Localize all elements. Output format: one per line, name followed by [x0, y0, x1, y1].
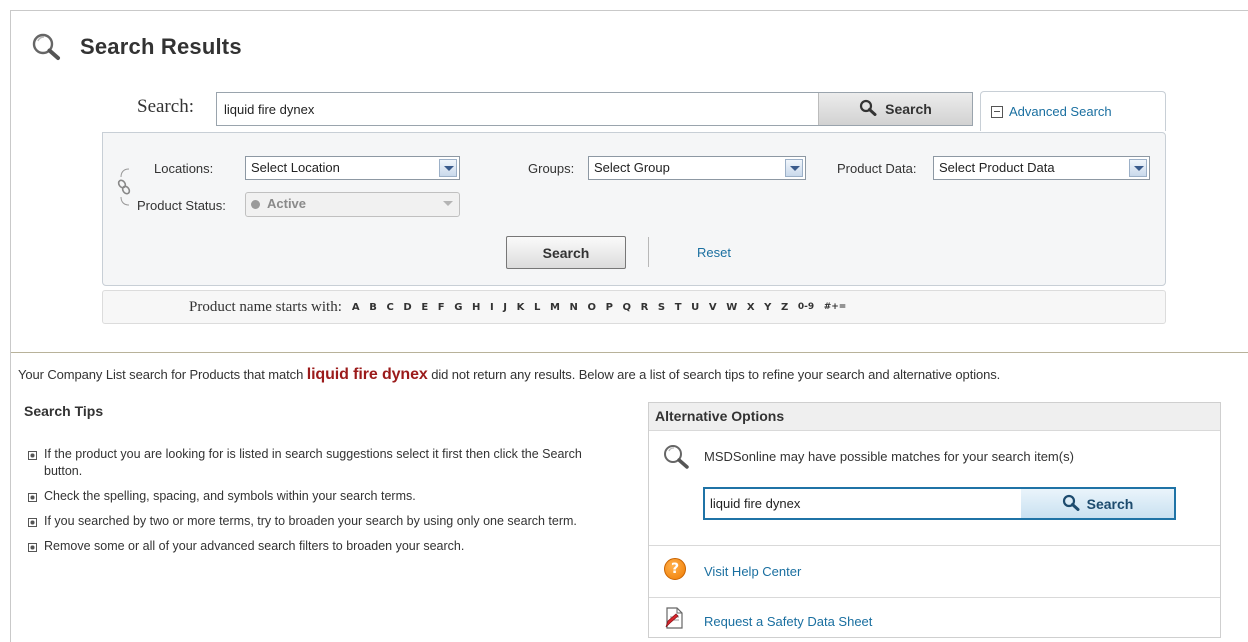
magnifier-icon [1062, 494, 1080, 514]
search-input[interactable] [217, 93, 818, 125]
alphabet-letter-w[interactable]: W [726, 302, 737, 313]
alphabet-letter-d[interactable]: D [403, 302, 411, 313]
reset-link[interactable]: Reset [697, 245, 731, 260]
list-item: If the product you are looking for is li… [28, 446, 598, 480]
alphabet-filter-label: Product name starts with: [189, 298, 342, 315]
alphabet-letter-h[interactable]: H [472, 302, 480, 313]
no-results-message: Your Company List search for Products th… [18, 366, 1000, 384]
alphabet-letter-y[interactable]: Y [764, 302, 771, 313]
alternative-options-title: Alternative Options [649, 403, 1220, 431]
alphabet-letter-0-9[interactable]: 0-9 [798, 302, 814, 313]
alternative-options-box: Alternative Options MSDSonline may have … [648, 402, 1221, 638]
document-pen-icon [664, 607, 684, 632]
advanced-search-link[interactable]: Advanced Search [1009, 104, 1112, 119]
msds-search-button[interactable]: Search [1021, 489, 1174, 518]
link-icon[interactable] [117, 167, 133, 207]
locations-select-value: Select Location [251, 160, 340, 175]
msds-search-button-label: Search [1086, 495, 1134, 512]
msds-description: MSDSonline may have possible matches for… [704, 449, 1074, 464]
product-data-label: Product Data: [837, 161, 917, 176]
advanced-search-tab[interactable]: Advanced Search [980, 91, 1166, 131]
minus-box-icon [991, 105, 1003, 118]
page-title: Search Results [80, 34, 242, 59]
no-results-text-after: did not return any results. Below are a … [427, 367, 1001, 382]
list-item: Check the spelling, spacing, and symbols… [28, 488, 598, 505]
product-data-select-value: Select Product Data [939, 160, 1055, 175]
locations-select[interactable]: Select Location [245, 156, 460, 180]
msds-search: Search [703, 487, 1176, 520]
groups-select-value: Select Group [594, 160, 670, 175]
alphabet-letter-a[interactable]: A [352, 302, 360, 313]
chevron-down-icon [439, 159, 457, 177]
search-term: liquid fire dynex [306, 366, 428, 383]
help-center-link[interactable]: Visit Help Center [704, 564, 801, 579]
alphabet-letter-r[interactable]: R [641, 302, 649, 313]
advanced-search-button[interactable]: Search [506, 236, 626, 269]
alphabet-letter-s[interactable]: S [658, 302, 665, 313]
request-sds-section: Request a Safety Data Sheet [649, 598, 1220, 636]
groups-label: Groups: [528, 161, 575, 176]
alphabet-letter-f[interactable]: F [438, 302, 445, 313]
msds-search-section: MSDSonline may have possible matches for… [649, 431, 1220, 546]
alphabet-letter-symbols[interactable]: #+= [824, 302, 847, 313]
search-button-label: Search [885, 101, 932, 117]
list-item: If you searched by two or more terms, tr… [28, 513, 598, 530]
alphabet-letter-t[interactable]: T [675, 302, 682, 313]
alphabet-letter-g[interactable]: G [454, 302, 462, 313]
request-sds-link[interactable]: Request a Safety Data Sheet [704, 614, 872, 629]
chevron-down-icon [439, 195, 457, 213]
magnifier-icon [30, 32, 66, 62]
alphabet-letter-q[interactable]: Q [623, 302, 632, 313]
alphabet-letter-e[interactable]: E [421, 302, 428, 313]
alphabet-letter-l[interactable]: L [534, 302, 540, 313]
search-label: Search: [137, 96, 194, 117]
alphabet-letter-u[interactable]: U [691, 302, 699, 313]
button-divider [648, 237, 649, 267]
search-tips-list: If the product you are looking for is li… [28, 446, 598, 563]
status-dot-icon [251, 200, 260, 209]
help-center-section: ? Visit Help Center [649, 546, 1220, 598]
alphabet-letter-o[interactable]: O [587, 302, 596, 313]
chevron-down-icon [785, 159, 803, 177]
alphabet-letter-x[interactable]: X [747, 302, 755, 313]
alphabet-letter-c[interactable]: C [386, 302, 393, 313]
search-button[interactable]: Search [818, 93, 972, 125]
product-data-select[interactable]: Select Product Data [933, 156, 1150, 180]
msds-search-input[interactable] [705, 489, 1021, 518]
product-status-label: Product Status: [137, 198, 226, 213]
search-tips-title: Search Tips [24, 403, 104, 419]
alphabet-letter-k[interactable]: K [517, 302, 525, 313]
alphabet-letter-z[interactable]: Z [781, 302, 788, 313]
alphabet-letter-j[interactable]: J [503, 302, 507, 313]
locations-label: Locations: [154, 161, 214, 176]
list-item: Remove some or all of your advanced sear… [28, 538, 598, 555]
page-header: Search Results [30, 32, 242, 62]
alphabet-filter: Product name starts with: ABCDEFGHIJKLMN… [102, 290, 1166, 324]
magnifier-icon [662, 443, 692, 474]
product-status-value: Active [267, 196, 307, 211]
no-results-text-before: Your Company List search for Products th… [18, 367, 307, 382]
alphabet-letter-p[interactable]: P [606, 302, 613, 313]
main-search: Search [216, 92, 973, 126]
groups-select[interactable]: Select Group [588, 156, 806, 180]
alphabet-letter-n[interactable]: N [569, 302, 577, 313]
alphabet-letter-b[interactable]: B [369, 302, 377, 313]
chevron-down-icon [1129, 159, 1147, 177]
product-status-select: Active [245, 192, 460, 217]
magnifier-icon [859, 99, 877, 119]
section-divider [11, 352, 1248, 353]
question-mark-icon: ? [664, 558, 686, 580]
alphabet-letter-m[interactable]: M [550, 302, 560, 313]
alphabet-letter-v[interactable]: V [709, 302, 717, 313]
alphabet-letter-i[interactable]: I [490, 302, 494, 313]
advanced-search-panel: Locations: Select Location Groups: Selec… [102, 132, 1166, 286]
